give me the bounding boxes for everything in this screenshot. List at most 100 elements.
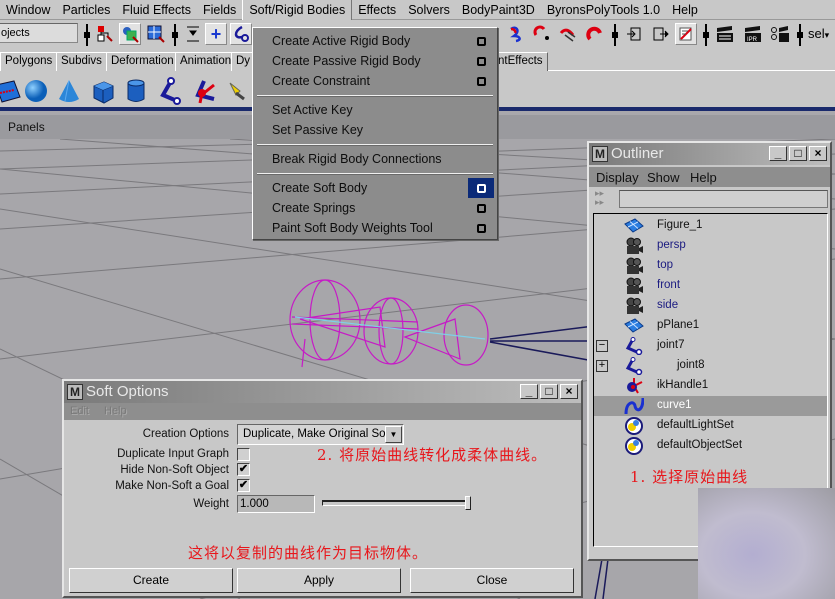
apply-button[interactable]: Apply (237, 568, 401, 593)
ipr-render-icon[interactable]: IPR (742, 23, 764, 45)
menu-item-create-springs[interactable]: Create Springs (253, 198, 497, 218)
menu-item-create-soft-body[interactable]: Create Soft Body (253, 178, 497, 198)
component-select-icon[interactable] (145, 23, 167, 45)
menu-item-set-passive-key[interactable]: Set Passive Key (253, 120, 497, 140)
menu-bodypaint3d[interactable]: BodyPaint3D (456, 0, 541, 20)
menu-fields[interactable]: Fields (197, 0, 242, 20)
selection-mode-field[interactable]: ojects (0, 23, 78, 43)
make-non-soft-goal-checkbox[interactable]: ✔ (237, 479, 250, 492)
duplicate-input-graph-checkbox[interactable] (237, 448, 250, 461)
hide-non-soft-object-checkbox[interactable]: ✔ (237, 463, 250, 476)
construction-history-icon[interactable] (675, 23, 697, 45)
menu-window[interactable]: Window (0, 0, 56, 20)
outliner-item-defaultobjectset[interactable]: defaultObjectSet (594, 436, 827, 456)
outliner-menu-display[interactable]: Display (596, 170, 639, 185)
menu-solvers[interactable]: Solvers (402, 0, 456, 20)
sphere-icon[interactable] (20, 75, 52, 107)
menu-fluid-effects[interactable]: Fluid Effects (116, 0, 197, 20)
joint-tool-icon[interactable] (155, 75, 187, 107)
object-select-icon[interactable] (119, 23, 141, 45)
outliner-item-persp[interactable]: persp (594, 236, 827, 256)
create-button[interactable]: Create (69, 568, 233, 593)
menu-particles[interactable]: Particles (56, 0, 116, 20)
snap-curve-icon[interactable] (230, 23, 252, 45)
outliner-item-defaultlightset[interactable]: defaultLightSet (594, 416, 827, 436)
outliner-item-joint8[interactable]: + joint8 (594, 356, 827, 376)
outliner-item-ikhandle1[interactable]: ikHandle1 (594, 376, 827, 396)
outliner-item-side[interactable]: side (594, 296, 827, 316)
output-ops-icon[interactable] (650, 23, 672, 45)
weight-slider-handle[interactable] (465, 496, 471, 510)
option-box-icon[interactable] (468, 198, 494, 218)
maximize-button[interactable]: □ (789, 146, 807, 161)
menu-item-set-active-key[interactable]: Set Active Key (253, 100, 497, 120)
outliner-item-joint7[interactable]: − joint7 (594, 336, 827, 356)
outliner-item-figure_1[interactable]: Figure_1 (594, 216, 827, 236)
separator-handle[interactable] (703, 24, 709, 46)
magnet-icon[interactable] (584, 23, 606, 45)
shelf-tab-subdivs[interactable]: Subdivs (56, 52, 107, 71)
menu-panels[interactable]: Panels (8, 120, 45, 134)
cylinder-icon[interactable] (120, 75, 152, 107)
expand-icon[interactable]: + (596, 360, 608, 372)
sel-dropdown[interactable]: sel▾ (808, 26, 829, 41)
menu-item-paint-soft-body-weights-tool[interactable]: Paint Soft Body Weights Tool (253, 218, 497, 238)
menu-item-create-active-rigid-body[interactable]: Create Active Rigid Body (253, 31, 497, 51)
shelf-tab-deformation[interactable]: Deformation (106, 52, 179, 71)
cone-icon[interactable] (53, 75, 85, 107)
collapse-icon[interactable] (182, 23, 204, 45)
spotlight-icon[interactable] (222, 75, 254, 107)
soft-options-menu-help[interactable]: Help (104, 405, 127, 417)
snap-point-icon[interactable] (506, 23, 528, 45)
menu-effects[interactable]: Effects (352, 0, 402, 20)
option-box-icon[interactable] (468, 218, 494, 238)
outliner-filter-input[interactable] (619, 190, 828, 208)
outliner-menu-show[interactable]: Show (647, 170, 680, 185)
close-dialog-button[interactable]: Close (410, 568, 574, 593)
snap-grid-icon[interactable]: + (205, 23, 227, 45)
ik-handle-icon[interactable] (188, 75, 220, 107)
separator-handle[interactable] (84, 24, 90, 46)
shelf-tab-painteffects[interactable]: ntEffects (494, 52, 548, 71)
minimize-button[interactable]: _ (520, 384, 538, 399)
creation-options-dropdown[interactable]: Duplicate, Make Original Soft ▼ (237, 424, 404, 445)
separator-handle[interactable] (172, 24, 178, 46)
menu-item-create-constraint[interactable]: Create Constraint (253, 71, 497, 91)
render-globals-icon[interactable] (769, 23, 791, 45)
menu-byronspolytools[interactable]: ByronsPolyTools 1.0 (541, 0, 666, 20)
option-box-icon[interactable] (468, 51, 494, 71)
outliner-titlebar[interactable]: M Outliner _ □ × (589, 143, 830, 165)
close-button[interactable]: × (809, 146, 827, 161)
option-box-icon[interactable] (468, 71, 494, 91)
weight-field[interactable]: 1.000 (237, 495, 315, 513)
outliner-item-curve1[interactable]: curve1 (594, 396, 827, 416)
separator-handle[interactable] (797, 24, 803, 46)
input-ops-icon[interactable] (623, 23, 645, 45)
menu-soft-rigid-bodies[interactable]: Soft/Rigid Bodies (242, 0, 353, 20)
outliner-item-front[interactable]: front (594, 276, 827, 296)
shelf-tab-animation[interactable]: Animation (175, 52, 237, 71)
separator-handle[interactable] (612, 24, 618, 46)
weight-slider[interactable] (322, 496, 471, 510)
option-box-icon[interactable] (468, 178, 494, 198)
menu-item-create-passive-rigid-body[interactable]: Create Passive Rigid Body (253, 51, 497, 71)
render-icon[interactable] (714, 23, 736, 45)
menu-item-break-rigid-body-connections[interactable]: Break Rigid Body Connections (253, 149, 497, 169)
outliner-item-top[interactable]: top (594, 256, 827, 276)
soft-options-menu-edit[interactable]: Edit (70, 405, 89, 417)
close-button[interactable]: × (560, 384, 578, 399)
outliner-item-pplane1[interactable]: pPlane1 (594, 316, 827, 336)
hierarchy-select-icon[interactable] (94, 23, 116, 45)
collapse-icon[interactable]: − (596, 340, 608, 352)
snap-view-plane-icon[interactable] (531, 23, 553, 45)
cube-icon[interactable] (87, 75, 119, 107)
maximize-button[interactable]: □ (540, 384, 558, 399)
soft-options-titlebar[interactable]: M Soft Options _ □ × (64, 381, 581, 403)
outliner-menu-help[interactable]: Help (690, 170, 717, 185)
minimize-button[interactable]: _ (769, 146, 787, 161)
shelf-tab-polygons[interactable]: Polygons (0, 52, 58, 71)
make-live-icon[interactable] (557, 23, 579, 45)
filter-icon[interactable]: ▸▸ ▸▸ (595, 189, 615, 209)
menu-help[interactable]: Help (666, 0, 704, 20)
option-box-icon[interactable] (468, 31, 494, 51)
